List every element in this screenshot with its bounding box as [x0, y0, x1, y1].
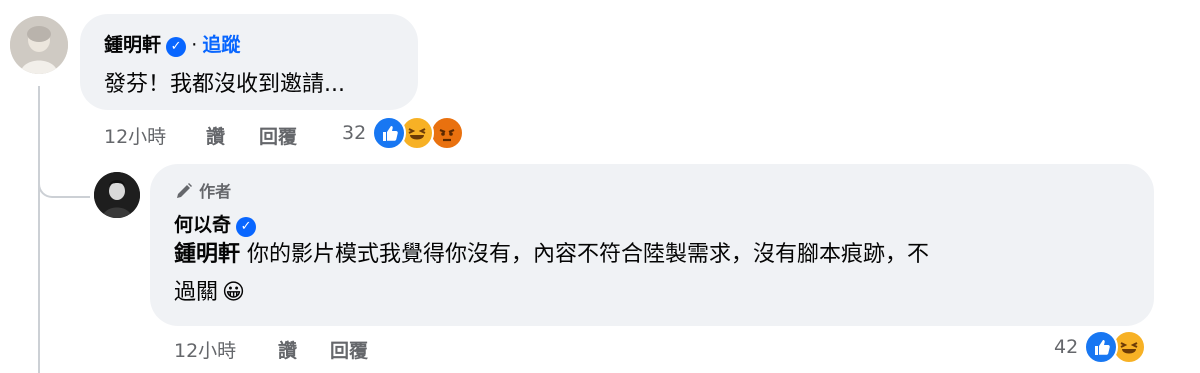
grin-emoji-icon: 😀: [222, 280, 245, 305]
comment-reaction-count[interactable]: 32: [342, 122, 366, 144]
verified-badge-icon: ✓: [236, 216, 257, 237]
angry-icon: [430, 116, 464, 150]
reply-timestamp[interactable]: 12小時: [174, 336, 236, 363]
pencil-icon: [174, 181, 194, 205]
reply-text-line2: 過關: [174, 280, 219, 305]
comment-like-button[interactable]: 讚: [206, 122, 225, 149]
comment-text: 發芬！我都沒收到邀請...: [104, 72, 345, 97]
reply-text-line1: 你的影片模式我覺得你沒有，內容不符合陸製需求，沒有腳本痕跡，不: [240, 242, 930, 267]
commenter-name[interactable]: 鍾明軒: [104, 34, 161, 56]
verified-badge-icon: ✓: [166, 36, 187, 57]
reply-reply-button[interactable]: 回覆: [330, 336, 368, 363]
author-badge: 作者: [174, 178, 231, 205]
like-icon: [372, 116, 406, 150]
reply-reactions[interactable]: [1084, 330, 1152, 364]
thread-line: [38, 86, 40, 373]
reply-avatar[interactable]: [94, 172, 140, 218]
reply-text: 鍾明軒 你的影片模式我覺得你沒有，內容不符合陸製需求，沒有腳本痕跡，不 過關 😀: [174, 236, 1134, 312]
follow-button[interactable]: 追蹤: [202, 34, 240, 56]
thread-branch: [38, 170, 90, 198]
commenter-avatar[interactable]: [10, 16, 68, 74]
comment-reactions[interactable]: [372, 116, 468, 150]
reply-author-name[interactable]: 何以奇: [174, 214, 231, 236]
author-badge-label: 作者: [199, 182, 232, 201]
separator-dot: ·: [191, 34, 198, 56]
reply-like-button[interactable]: 讚: [278, 336, 297, 363]
mention-link[interactable]: 鍾明軒: [174, 242, 240, 267]
comment-timestamp[interactable]: 12小時: [104, 122, 166, 149]
like-icon: [1084, 330, 1118, 364]
comment-header: 鍾明軒 ✓ · 追蹤: [104, 30, 240, 57]
reply-header: 何以奇 ✓: [174, 210, 257, 237]
reply-reaction-count[interactable]: 42: [1054, 336, 1078, 358]
comment-reply-button[interactable]: 回覆: [259, 122, 297, 149]
